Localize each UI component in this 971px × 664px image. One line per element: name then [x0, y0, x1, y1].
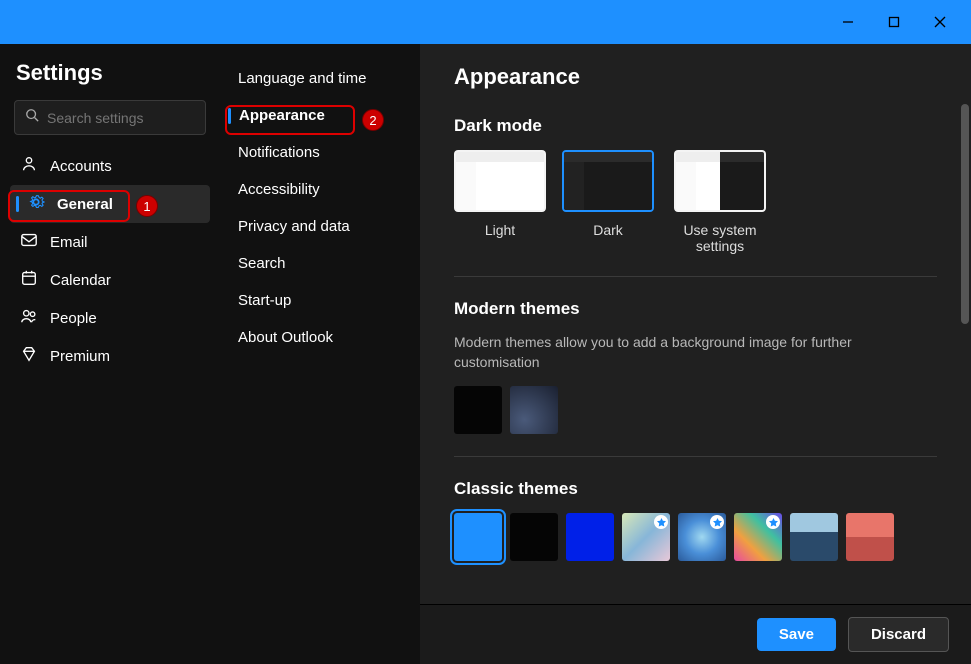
dark-mode-section: Dark mode Light Dark Use system settings [454, 116, 937, 254]
section-heading: Modern themes [454, 299, 937, 319]
subnav-label: Privacy and data [238, 218, 350, 235]
section-heading: Classic themes [454, 479, 937, 499]
theme-swatch[interactable] [622, 513, 670, 561]
subnav-item-about[interactable]: About Outlook [224, 319, 416, 356]
sidebar-item-people[interactable]: People [10, 299, 210, 337]
scrollbar-thumb[interactable] [961, 104, 969, 324]
diamond-icon [20, 345, 38, 367]
save-button[interactable]: Save [757, 618, 836, 651]
active-indicator [228, 108, 231, 124]
mode-option-dark[interactable]: Dark [562, 150, 654, 254]
theme-swatch[interactable] [566, 513, 614, 561]
settings-title: Settings [16, 60, 204, 86]
sidebar-item-label: General [57, 196, 113, 213]
subnav-label: About Outlook [238, 329, 333, 346]
section-description: Modern themes allow you to add a backgro… [454, 333, 937, 372]
sidebar-item-premium[interactable]: Premium [10, 337, 210, 375]
subnav-item-language[interactable]: Language and time [224, 60, 416, 97]
sidebar-item-calendar[interactable]: Calendar [10, 261, 210, 299]
theme-swatch[interactable] [678, 513, 726, 561]
subnav-item-search[interactable]: Search [224, 245, 416, 282]
premium-star-icon [710, 515, 724, 529]
theme-swatch[interactable] [790, 513, 838, 561]
mail-icon [20, 231, 38, 253]
modern-themes-section: Modern themes Modern themes allow you to… [454, 299, 937, 434]
search-icon [25, 108, 39, 127]
dialog-footer: Save Discard [420, 604, 971, 664]
sidebar-item-label: Premium [50, 348, 110, 365]
scrollbar-track[interactable] [957, 44, 971, 604]
premium-star-icon [766, 515, 780, 529]
sidebar-item-label: Email [50, 234, 88, 251]
subnav-label: Search [238, 255, 286, 272]
theme-swatch[interactable] [510, 513, 558, 561]
subnav-item-privacy[interactable]: Privacy and data [224, 208, 416, 245]
section-heading: Dark mode [454, 116, 937, 136]
mode-label: Light [485, 222, 515, 238]
subnav-item-notifications[interactable]: Notifications [224, 134, 416, 171]
search-input[interactable] [47, 110, 195, 126]
sidebar-item-label: Accounts [50, 158, 112, 175]
sidebar-primary: Settings Accounts General Email Calendar… [0, 44, 220, 664]
theme-swatch[interactable] [454, 513, 502, 561]
mode-label: Use system settings [670, 222, 770, 254]
discard-button[interactable]: Discard [848, 617, 949, 652]
active-indicator [16, 196, 19, 212]
maximize-button[interactable] [871, 0, 917, 44]
subnav-label: Start-up [238, 292, 291, 309]
page-title: Appearance [454, 64, 937, 90]
sidebar-item-label: Calendar [50, 272, 111, 289]
person-icon [20, 155, 38, 177]
premium-star-icon [654, 515, 668, 529]
sidebar-item-accounts[interactable]: Accounts [10, 147, 210, 185]
subnav-item-accessibility[interactable]: Accessibility [224, 171, 416, 208]
sidebar-item-label: People [50, 310, 97, 327]
sidebar-item-general[interactable]: General [10, 185, 210, 223]
classic-themes-section: Classic themes [454, 479, 937, 561]
close-button[interactable] [917, 0, 963, 44]
mode-option-light[interactable]: Light [454, 150, 546, 254]
subnav-item-appearance[interactable]: Appearance [224, 97, 416, 134]
search-input-wrapper[interactable] [14, 100, 206, 135]
subnav-item-startup[interactable]: Start-up [224, 282, 416, 319]
minimize-button[interactable] [825, 0, 871, 44]
divider [454, 276, 937, 277]
subnav-label: Appearance [239, 107, 325, 124]
divider [454, 456, 937, 457]
theme-swatch[interactable] [510, 386, 558, 434]
titlebar [0, 0, 971, 44]
mode-label: Dark [593, 222, 623, 238]
theme-swatch[interactable] [846, 513, 894, 561]
mode-option-system[interactable]: Use system settings [670, 150, 770, 254]
people-icon [20, 307, 38, 329]
subnav-label: Notifications [238, 144, 320, 161]
content-pane: Appearance Dark mode Light Dark Use syst… [420, 44, 971, 664]
theme-swatch[interactable] [734, 513, 782, 561]
theme-swatch[interactable] [454, 386, 502, 434]
subnav-label: Accessibility [238, 181, 320, 198]
sidebar-secondary: Language and time Appearance Notificatio… [220, 44, 420, 664]
sidebar-item-email[interactable]: Email [10, 223, 210, 261]
gear-icon [27, 193, 45, 215]
subnav-label: Language and time [238, 70, 366, 87]
calendar-icon [20, 269, 38, 291]
